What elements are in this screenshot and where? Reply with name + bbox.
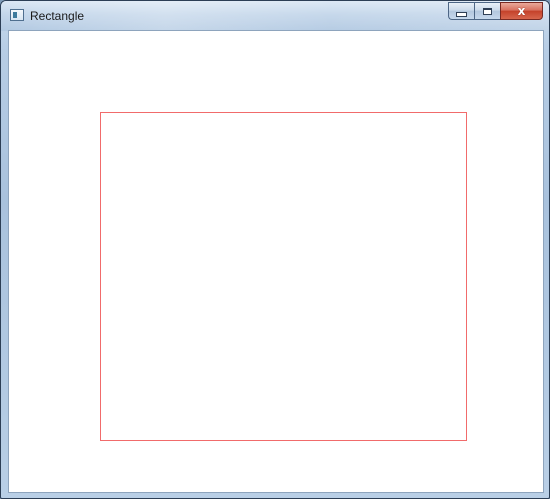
caption-buttons: x [448,2,543,21]
client-area[interactable] [8,30,544,493]
close-icon: x [517,4,526,18]
maximize-button[interactable] [474,2,500,20]
window-title: Rectangle [30,9,85,23]
minimize-icon [456,11,467,17]
maximize-icon [483,7,492,15]
red-rectangle-shape [100,112,467,441]
minimize-button[interactable] [448,2,474,20]
window-app-icon[interactable] [10,9,24,21]
close-button[interactable]: x [500,2,543,20]
app-icon-pane [13,12,17,18]
title-bar[interactable]: Rectangle x [1,1,549,31]
app-window: Rectangle x [0,0,550,499]
